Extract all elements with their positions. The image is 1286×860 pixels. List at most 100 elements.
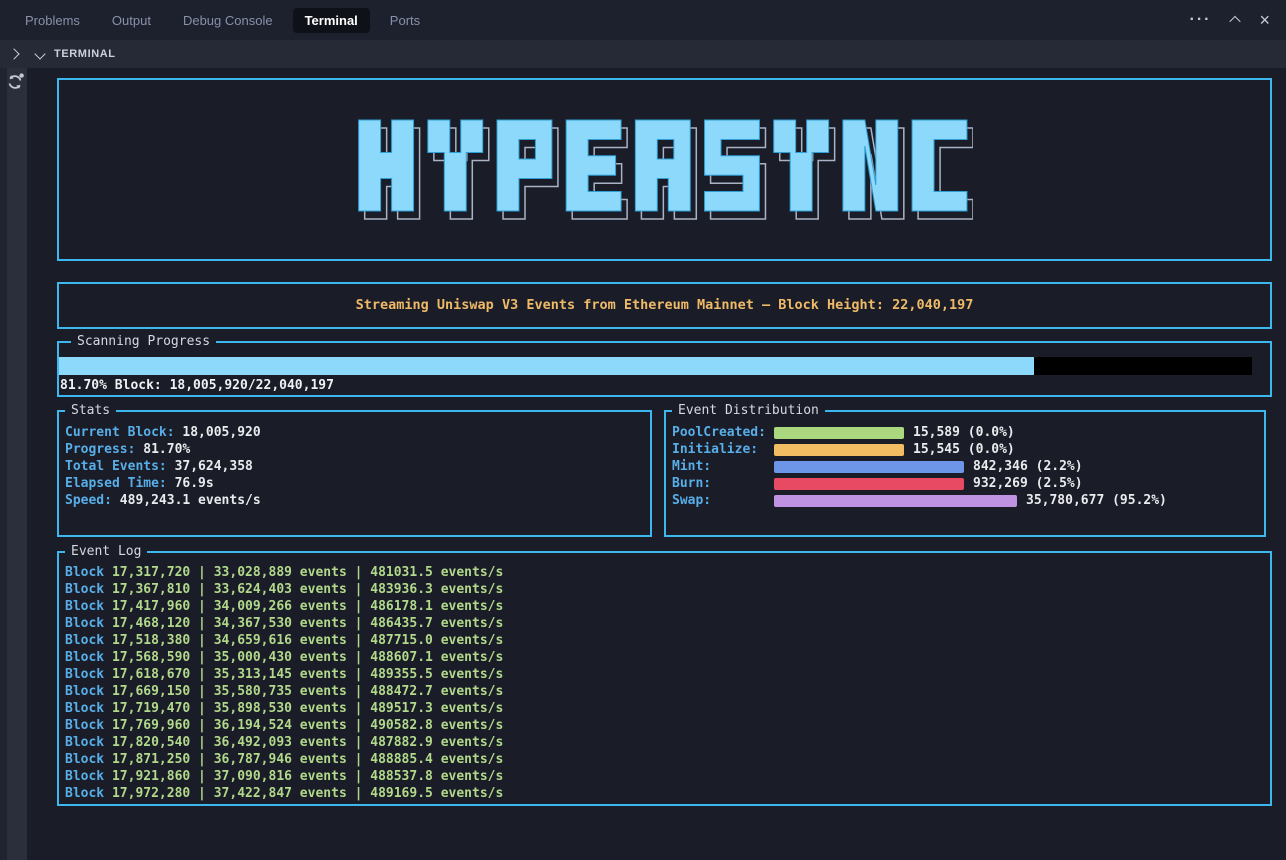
stats-rows: Current Block: 18,005,920Progress: 81.70…	[65, 424, 642, 509]
event-log-block-word: Block	[65, 752, 112, 767]
tab-debug-console[interactable]: Debug Console	[171, 8, 285, 33]
distribution-bar	[774, 427, 904, 439]
event-log-row: Block 17,618,670 | 35,313,145 events | 4…	[65, 666, 1262, 683]
terminal-side-rail	[7, 68, 27, 860]
event-log-block-word: Block	[65, 684, 112, 699]
more-actions-icon[interactable]: ···	[1190, 12, 1212, 28]
left-edge-strip	[0, 68, 7, 860]
distribution-label: PoolCreated:	[672, 424, 774, 441]
event-log-title: Event Log	[65, 543, 147, 560]
stats-title: Stats	[65, 402, 116, 419]
progress-bar-track	[59, 357, 1252, 375]
tab-problems[interactable]: Problems	[13, 8, 92, 33]
event-log-block-word: Block	[65, 599, 112, 614]
stat-value: 81.70%	[135, 442, 190, 457]
event-log-row: Block 17,468,120 | 34,367,530 events | 4…	[65, 615, 1262, 632]
stat-label: Current Block:	[65, 425, 175, 440]
stat-row: Elapsed Time: 76.9s	[65, 475, 642, 492]
chevron-down-icon[interactable]	[34, 48, 45, 59]
event-log-values: 17,820,540 | 36,492,093 events | 487882.…	[112, 735, 503, 750]
distribution-value: 842,346 (2.2%)	[973, 458, 1083, 475]
event-log-row: Block 17,417,960 | 34,009,266 events | 4…	[65, 598, 1262, 615]
distribution-label: Burn:	[672, 475, 774, 492]
event-log-row: Block 17,317,720 | 33,028,889 events | 4…	[65, 564, 1262, 581]
expand-sidebar-icon[interactable]	[8, 48, 19, 59]
scanning-progress-title: Scanning Progress	[71, 333, 216, 350]
event-log-values: 17,769,960 | 36,194,524 events | 490582.…	[112, 718, 503, 733]
event-log-row: Block 17,719,470 | 35,898,530 events | 4…	[65, 700, 1262, 717]
event-log-values: 17,618,670 | 35,313,145 events | 489355.…	[112, 667, 503, 682]
event-distribution-title: Event Distribution	[672, 402, 825, 419]
stat-label: Elapsed Time:	[65, 476, 167, 491]
event-log-values: 17,921,860 | 37,090,816 events | 488537.…	[112, 769, 503, 784]
progress-bar-fill	[59, 357, 1034, 375]
event-log-block-word: Block	[65, 735, 112, 750]
event-distribution-rows: PoolCreated: 15,589 (0.0%)Initialize:15,5…	[672, 424, 1256, 509]
distribution-value: 35,780,677 (95.2%)	[1026, 492, 1167, 509]
distribution-row: Burn: 932,269 (2.5%)	[672, 475, 1256, 492]
event-log-values: 17,719,470 | 35,898,530 events | 489517.…	[112, 701, 503, 716]
distribution-value: 15,589 (0.0%)	[913, 424, 1015, 441]
stat-value: 489,243.1 events/s	[112, 493, 261, 508]
event-log-row: Block 17,972,280 | 37,422,847 events | 4…	[65, 785, 1262, 802]
event-log-values: 17,871,250 | 36,787,946 events | 488885.…	[112, 752, 503, 767]
stat-row: Progress: 81.70%	[65, 441, 642, 458]
stream-subtitle-box: Streaming Uniswap V3 Events from Ethereu…	[57, 282, 1272, 329]
tab-ports[interactable]: Ports	[378, 8, 432, 33]
stat-row: Speed: 489,243.1 events/s	[65, 492, 642, 509]
tab-output[interactable]: Output	[100, 8, 163, 33]
distribution-label: Swap:	[672, 492, 774, 509]
event-log-block-word: Block	[65, 701, 112, 716]
event-log-box: Event Log Block 17,317,720 | 33,028,889 …	[57, 551, 1272, 806]
distribution-value: 15,545 (0.0%)	[913, 441, 1015, 458]
event-log-block-word: Block	[65, 667, 112, 682]
maximize-panel-icon[interactable]	[1230, 16, 1241, 27]
tab-terminal[interactable]: Terminal	[293, 8, 370, 33]
panel-title: TERMINAL	[54, 48, 116, 60]
event-log-values: 17,568,590 | 35,000,430 events | 488607.…	[112, 650, 503, 665]
event-log-row: Block 17,367,810 | 33,624,403 events | 4…	[65, 581, 1262, 598]
stat-label: Speed:	[65, 493, 112, 508]
event-log-block-word: Block	[65, 633, 112, 648]
progress-label: 81.70% Block: 18,005,920/22,040,197	[60, 377, 334, 394]
stream-subtitle-text: Streaming Uniswap V3 Events from Ethereu…	[356, 297, 974, 314]
terminal-panel-header: TERMINAL	[0, 40, 1286, 68]
stat-row: Total Events: 37,624,358	[65, 458, 642, 475]
event-log-row: Block 17,871,250 | 36,787,946 events | 4…	[65, 751, 1262, 768]
stat-label: Total Events:	[65, 459, 167, 474]
distribution-value: 932,269 (2.5%)	[973, 475, 1083, 492]
event-log-values: 17,518,380 | 34,659,616 events | 487715.…	[112, 633, 503, 648]
stat-value: 18,005,920	[175, 425, 261, 440]
distribution-row: Swap: 35,780,677 (95.2%)	[672, 492, 1256, 509]
event-log-values: 17,468,120 | 34,367,530 events | 486435.…	[112, 616, 503, 631]
stat-value: 37,624,358	[167, 459, 253, 474]
tab-list: Problems Output Debug Console Terminal Ports	[13, 8, 440, 33]
sync-icon[interactable]	[5, 72, 25, 92]
stat-label: Progress:	[65, 442, 135, 457]
close-panel-icon[interactable]: ×	[1259, 11, 1270, 29]
event-log-values: 17,417,960 | 34,009,266 events | 486178.…	[112, 599, 503, 614]
event-log-block-word: Block	[65, 786, 112, 801]
hypersync-banner-box	[57, 78, 1272, 261]
event-log-row: Block 17,820,540 | 36,492,093 events | 4…	[65, 734, 1262, 751]
event-log-block-word: Block	[65, 582, 112, 597]
distribution-label: Mint:	[672, 458, 774, 475]
event-log-row: Block 17,518,380 | 34,659,616 events | 4…	[65, 632, 1262, 649]
event-log-block-word: Block	[65, 769, 112, 784]
scanning-progress-box: Scanning Progress 81.70% Block: 18,005,9…	[57, 341, 1272, 397]
event-log-row: Block 17,769,960 | 36,194,524 events | 4…	[65, 717, 1262, 734]
distribution-bar	[774, 495, 1017, 507]
distribution-row: Initialize:15,545 (0.0%)	[672, 441, 1256, 458]
tabbar-actions: ··· ×	[1190, 11, 1271, 29]
event-log-rows: Block 17,317,720 | 33,028,889 events | 4…	[65, 564, 1262, 802]
event-log-block-word: Block	[65, 616, 112, 631]
distribution-bar	[774, 444, 904, 456]
distribution-row: Mint: 842,346 (2.2%)	[672, 458, 1256, 475]
stat-row: Current Block: 18,005,920	[65, 424, 642, 441]
stat-value: 76.9s	[167, 476, 214, 491]
event-log-block-word: Block	[65, 565, 112, 580]
stats-box: Stats Current Block: 18,005,920Progress:…	[57, 410, 652, 537]
event-log-row: Block 17,921,860 | 37,090,816 events | 4…	[65, 768, 1262, 785]
panel-tabbar: Problems Output Debug Console Terminal Ports…	[0, 0, 1286, 40]
event-log-values: 17,317,720 | 33,028,889 events | 481031.…	[112, 565, 503, 580]
